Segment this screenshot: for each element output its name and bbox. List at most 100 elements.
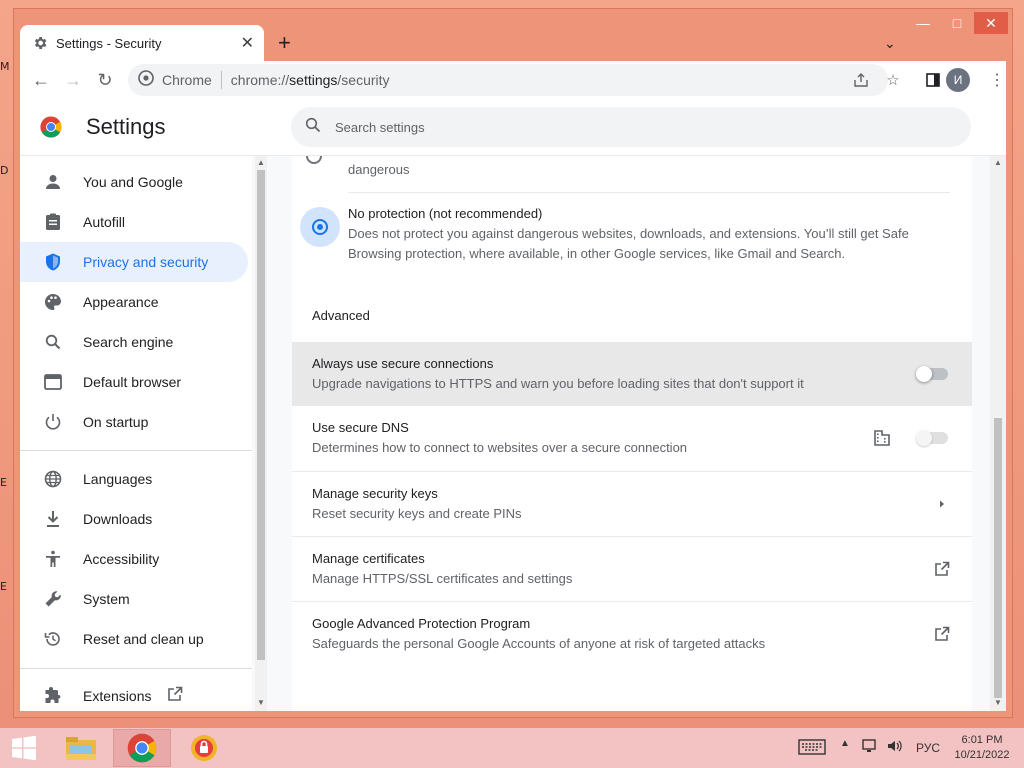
scroll-up-arrow-icon[interactable]: ▲ xyxy=(257,158,265,167)
divider xyxy=(348,192,950,193)
sidebar-item-you-and-google[interactable]: You and Google xyxy=(20,162,248,202)
sidebar-item-label: Accessibility xyxy=(83,551,160,567)
browser-window: — □ ✕ Settings - Security ✕ + ⌄ ← → ↻ Ch… xyxy=(13,8,1013,718)
url-text: chrome://settings/security xyxy=(231,72,390,88)
chrome-taskbar-icon[interactable] xyxy=(113,729,171,767)
tab-search-chevron-down-icon[interactable]: ⌄ xyxy=(884,35,896,52)
tray-expand-icon[interactable]: ▲ xyxy=(840,738,850,749)
clock[interactable]: 6:01 PM 10/21/2022 xyxy=(948,733,1016,763)
manage-security-keys-row[interactable]: Manage security keys Reset security keys… xyxy=(292,471,972,535)
standard-protection-radio[interactable] xyxy=(306,156,322,164)
vpn-app-icon[interactable] xyxy=(175,729,233,767)
new-tab-button[interactable]: + xyxy=(278,31,291,55)
network-icon[interactable] xyxy=(862,738,878,757)
sidebar-item-label: Downloads xyxy=(83,511,153,527)
sidebar-item-label: Default browser xyxy=(83,374,182,390)
scroll-up-arrow-icon[interactable]: ▲ xyxy=(994,158,1002,167)
chevron-right-icon xyxy=(932,494,952,514)
palette-icon xyxy=(42,291,64,313)
always-use-secure-connections-row[interactable]: Always use secure connections Upgrade na… xyxy=(292,342,972,406)
clipboard-icon xyxy=(42,211,64,233)
toolbar: ← → ↻ Chrome chrome://settings/security … xyxy=(20,61,1006,99)
desktop-icon-fragment: E xyxy=(0,580,7,593)
reload-icon[interactable]: ↻ xyxy=(94,69,116,91)
file-explorer-icon[interactable] xyxy=(52,729,110,767)
sidebar-divider xyxy=(20,450,252,451)
row-title: Google Advanced Protection Program xyxy=(312,616,531,631)
advanced-section-title: Advanced xyxy=(312,308,370,323)
row-title: Manage security keys xyxy=(312,486,438,501)
power-icon xyxy=(42,411,64,433)
wrench-icon xyxy=(42,588,64,610)
tab-settings-security[interactable]: Settings - Security ✕ xyxy=(20,25,264,61)
sidebar-item-accessibility[interactable]: Accessibility xyxy=(20,539,248,579)
url-path: /security xyxy=(337,72,390,88)
sidebar-item-languages[interactable]: Languages xyxy=(20,459,248,499)
taskbar: ▲ РУС 6:01 PM 10/21/2022 xyxy=(0,728,1024,768)
sidebar-item-on-startup[interactable]: On startup xyxy=(20,402,248,442)
sidebar-item-extensions[interactable]: Extensions xyxy=(20,676,248,711)
start-windows-icon[interactable] xyxy=(0,729,48,767)
sidebar-item-reset-and-clean-up[interactable]: Reset and clean up xyxy=(20,619,248,659)
sidebar-item-label: Search engine xyxy=(83,334,174,350)
advanced-protection-program-row[interactable]: Google Advanced Protection Program Safeg… xyxy=(292,601,972,665)
use-secure-dns-row[interactable]: Use secure DNS Determines how to connect… xyxy=(292,406,972,470)
forward-arrow-icon[interactable]: → xyxy=(62,69,84,91)
sidebar-item-appearance[interactable]: Appearance xyxy=(20,282,248,322)
puzzle-icon xyxy=(42,685,64,707)
download-icon xyxy=(42,508,64,530)
sidebar-item-system[interactable]: System xyxy=(20,579,248,619)
language-indicator[interactable]: РУС xyxy=(916,741,940,755)
profile-avatar[interactable]: И xyxy=(946,68,970,92)
scroll-down-arrow-icon[interactable]: ▼ xyxy=(994,698,1002,707)
url-scheme: chrome:// xyxy=(230,72,290,88)
row-title: Manage certificates xyxy=(312,551,425,566)
external-link-icon xyxy=(932,559,952,579)
sidebar-item-label: Extensions xyxy=(83,688,152,704)
external-link-icon xyxy=(167,686,183,707)
search-input[interactable]: Search settings xyxy=(291,107,971,147)
sidebar-scrollbar[interactable]: ▲ ▼ xyxy=(255,156,267,711)
search-icon xyxy=(305,117,321,138)
main-scrollbar[interactable]: ▲ ▼ xyxy=(990,156,1006,711)
tab-title: Settings - Security xyxy=(56,35,162,51)
no-protection-radio[interactable] xyxy=(312,219,328,235)
bookmark-star-icon[interactable]: ☆ xyxy=(882,69,904,91)
sidebar-item-autofill[interactable]: Autofill xyxy=(20,202,248,242)
secure-dns-toggle[interactable] xyxy=(916,430,948,446)
scroll-down-arrow-icon[interactable]: ▼ xyxy=(257,698,265,707)
row-desc: Safeguards the personal Google Accounts … xyxy=(312,636,766,651)
accessibility-icon xyxy=(42,548,64,570)
back-arrow-icon[interactable]: ← xyxy=(30,69,52,91)
more-menu-icon[interactable]: ⋮ xyxy=(986,69,1008,91)
no-protection-desc-line1: Does not protect you against dangerous w… xyxy=(348,226,909,241)
globe-icon xyxy=(42,468,64,490)
search-placeholder: Search settings xyxy=(335,119,425,135)
page-title: Settings xyxy=(86,114,166,139)
row-desc: Manage HTTPS/SSL certificates and settin… xyxy=(312,571,573,586)
gear-icon xyxy=(32,35,48,51)
sidebar-item-default-browser[interactable]: Default browser xyxy=(20,362,248,402)
no-protection-title: No protection (not recommended) xyxy=(348,206,543,221)
omnibox-separator xyxy=(220,71,222,89)
close-tab-icon[interactable]: ✕ xyxy=(241,33,254,53)
manage-certificates-row[interactable]: Manage certificates Manage HTTPS/SSL cer… xyxy=(292,536,972,600)
secure-connections-toggle[interactable] xyxy=(916,366,948,382)
desktop-icon-fragment: D xyxy=(0,164,9,177)
sidebar-item-search-engine[interactable]: Search engine xyxy=(20,322,248,362)
chrome-logo-icon xyxy=(40,116,62,138)
chrome-site-icon xyxy=(138,69,154,91)
address-bar[interactable]: Chrome chrome://settings/security xyxy=(128,64,888,96)
share-icon[interactable] xyxy=(850,69,872,91)
side-panel-icon[interactable] xyxy=(922,69,944,91)
main-scrollbar-thumb[interactable] xyxy=(994,418,1002,698)
keyboard-icon[interactable] xyxy=(798,739,826,758)
sidebar-item-downloads[interactable]: Downloads xyxy=(20,499,248,539)
tab-strip: Settings - Security ✕ + ⌄ xyxy=(20,21,1008,61)
row-desc: Determines how to connect to websites ov… xyxy=(312,440,688,455)
settings-header: Settings Search settings xyxy=(20,99,1006,156)
sidebar-item-privacy-and-security[interactable]: Privacy and security xyxy=(20,242,248,282)
volume-icon[interactable] xyxy=(886,738,902,757)
desktop-icon-fragment: E xyxy=(0,476,7,489)
sidebar-scrollbar-thumb[interactable] xyxy=(257,170,265,660)
